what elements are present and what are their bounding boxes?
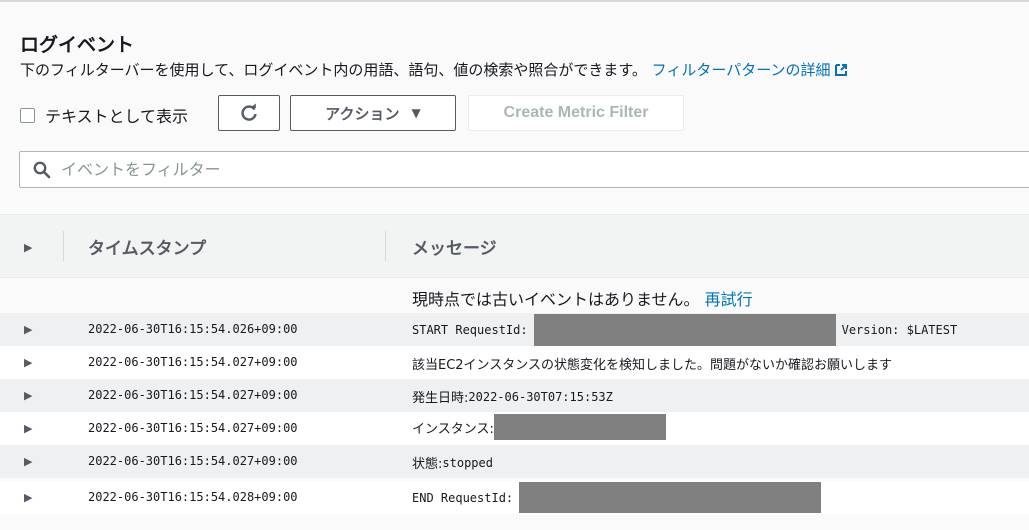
table-header: ▶ タイムスタンプ メッセージ (0, 214, 1029, 278)
column-header-message[interactable]: メッセージ (412, 234, 497, 259)
external-link-icon (835, 64, 848, 76)
retry-link[interactable]: 再試行 (705, 290, 753, 309)
table-row[interactable]: ▶ 2022-06-30T16:15:54.027+09:00 状態: stop… (0, 445, 1029, 478)
filter-pattern-link-label: フィルターパターンの詳細 (651, 61, 831, 79)
occurred-at-value: 2022-06-30T07:15:53Z (468, 389, 613, 404)
row-timestamp: 2022-06-30T16:15:54.026+09:00 (88, 322, 298, 336)
actions-label: アクション (325, 104, 400, 123)
view-as-text-checkbox[interactable] (20, 107, 35, 123)
refresh-button[interactable] (218, 95, 280, 131)
occurred-at-label: 発生日時: (412, 391, 469, 406)
redacted-block (533, 313, 836, 346)
table-row[interactable]: ▶ 2022-06-30T16:15:54.027+09:00 発生日時: 20… (0, 379, 1029, 412)
no-older-events-notice: 現時点では古いイベントはありません。 再試行 (412, 286, 753, 310)
start-request-prefix: START RequestId: (412, 322, 528, 337)
filter-pattern-link[interactable]: フィルターパターンの詳細 (652, 61, 849, 79)
row-message: 該当EC2インスタンスの状態変化を検知しました。問題がないか確認お願いします (412, 358, 893, 373)
redacted-block (519, 482, 822, 513)
create-metric-filter-button[interactable]: Create Metric Filter (468, 95, 684, 131)
expand-row-icon[interactable]: ▶ (24, 389, 32, 402)
row-timestamp: 2022-06-30T16:15:54.027+09:00 (88, 421, 298, 435)
expand-row-icon[interactable]: ▶ (24, 323, 32, 336)
page-description: 下のフィルターバーを使用して、ログイベント内の用語、語句、値の検索や照合ができま… (20, 60, 848, 80)
state-value: stopped (442, 455, 493, 470)
table-row[interactable]: ▶ 2022-06-30T16:15:54.027+09:00 インスタンス: (0, 412, 1029, 445)
search-icon (33, 161, 51, 178)
column-divider (63, 231, 64, 261)
row-message: START RequestId: Version: $LATEST (412, 313, 957, 346)
row-timestamp: 2022-06-30T16:15:54.027+09:00 (88, 355, 298, 369)
row-timestamp: 2022-06-30T16:15:54.027+09:00 (88, 388, 298, 402)
column-divider (385, 231, 386, 261)
expand-all-icon[interactable]: ▶ (24, 241, 32, 254)
caret-down-icon: ▼ (411, 106, 421, 120)
end-request-prefix: END RequestId: (412, 490, 514, 505)
expand-row-icon[interactable]: ▶ (24, 491, 32, 504)
view-as-text-label: テキストとして表示 (45, 107, 189, 126)
row-timestamp: 2022-06-30T16:15:54.028+09:00 (88, 490, 298, 504)
create-metric-filter-label: Create Metric Filter (503, 104, 649, 121)
view-as-text-toggle[interactable]: テキストとして表示 (20, 103, 188, 127)
version-text: Version: $LATEST (841, 322, 958, 337)
row-message: END RequestId: (412, 482, 822, 513)
event-filter-input[interactable] (59, 159, 963, 180)
table-row[interactable]: ▶ 2022-06-30T16:15:54.027+09:00 該当EC2インス… (0, 346, 1029, 379)
expand-row-icon[interactable]: ▶ (24, 455, 32, 468)
expand-row-icon[interactable]: ▶ (24, 356, 32, 369)
table-row[interactable]: ▶ 2022-06-30T16:15:54.026+09:00 START Re… (0, 313, 1029, 346)
expand-row-icon[interactable]: ▶ (24, 422, 32, 435)
log-events-panel: ログイベント 下のフィルターバーを使用して、ログイベント内の用語、語句、値の検索… (0, 2, 1029, 530)
row-message: 発生日時: 2022-06-30T07:15:53Z (412, 387, 613, 407)
row-message: インスタンス: (412, 414, 666, 440)
no-older-events-text: 現時点では古いイベントはありません。 (412, 290, 700, 309)
redacted-block (493, 414, 666, 440)
state-label: 状態: (412, 457, 443, 472)
actions-dropdown-button[interactable]: アクション ▼ (290, 95, 456, 131)
refresh-icon (241, 103, 257, 121)
table-row[interactable]: ▶ 2022-06-30T16:15:54.028+09:00 END Requ… (0, 481, 1029, 514)
column-header-timestamp[interactable]: タイムスタンプ (88, 234, 206, 259)
instance-label: インスタンス: (412, 421, 494, 437)
page-title: ログイベント (20, 34, 135, 56)
filter-search-bar[interactable] (19, 151, 1029, 188)
description-text: 下のフィルターバーを使用して、ログイベント内の用語、語句、値の検索や照合ができま… (20, 61, 647, 79)
row-message: 状態: stopped (412, 453, 493, 473)
row-timestamp: 2022-06-30T16:15:54.027+09:00 (88, 454, 298, 468)
